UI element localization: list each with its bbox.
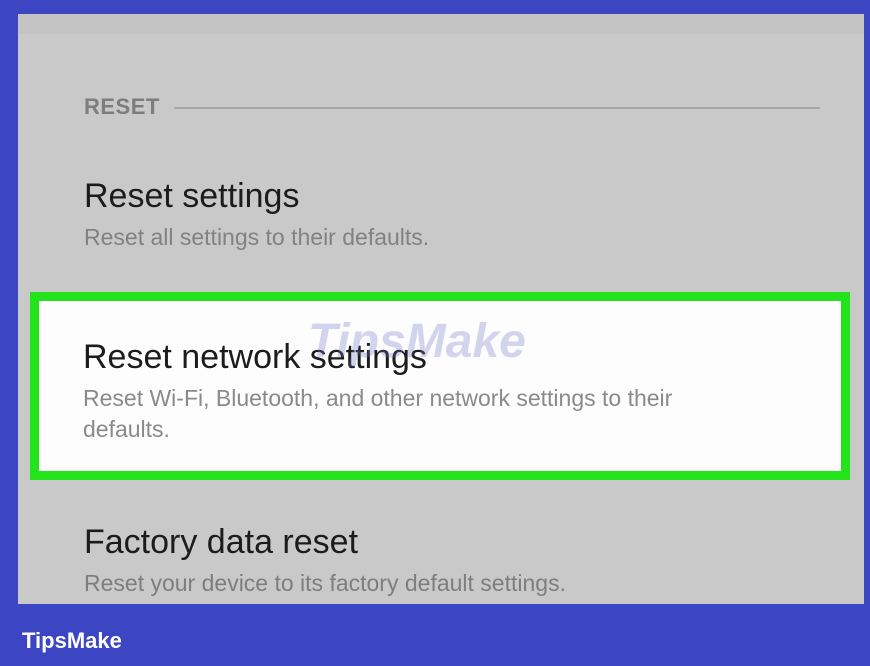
footer-bar: TipsMake: [0, 604, 870, 666]
settings-screen: RESET Reset settings Reset all settings …: [18, 14, 864, 604]
reset-network-settings-subtitle: Reset Wi-Fi, Bluetooth, and other networ…: [83, 385, 673, 442]
factory-data-reset-item[interactable]: Factory data reset Reset your device to …: [84, 522, 824, 599]
section-title: RESET: [84, 94, 160, 119]
reset-network-settings-title: Reset network settings: [83, 338, 427, 376]
factory-data-reset-subtitle: Reset your device to its factory default…: [84, 570, 566, 596]
footer-brand-logo: TipsMake: [22, 628, 122, 653]
reset-settings-item[interactable]: Reset settings Reset all settings to the…: [84, 176, 824, 253]
reset-settings-subtitle: Reset all settings to their defaults.: [84, 224, 430, 250]
top-strip: [18, 14, 864, 34]
section-divider: [173, 107, 820, 109]
factory-data-reset-title: Factory data reset: [84, 523, 359, 561]
section-header-reset: RESET: [84, 94, 820, 120]
highlight-box: Reset network settings Reset Wi-Fi, Blue…: [30, 292, 850, 480]
reset-network-settings-item[interactable]: Reset network settings Reset Wi-Fi, Blue…: [83, 337, 801, 445]
reset-settings-title: Reset settings: [84, 177, 300, 215]
